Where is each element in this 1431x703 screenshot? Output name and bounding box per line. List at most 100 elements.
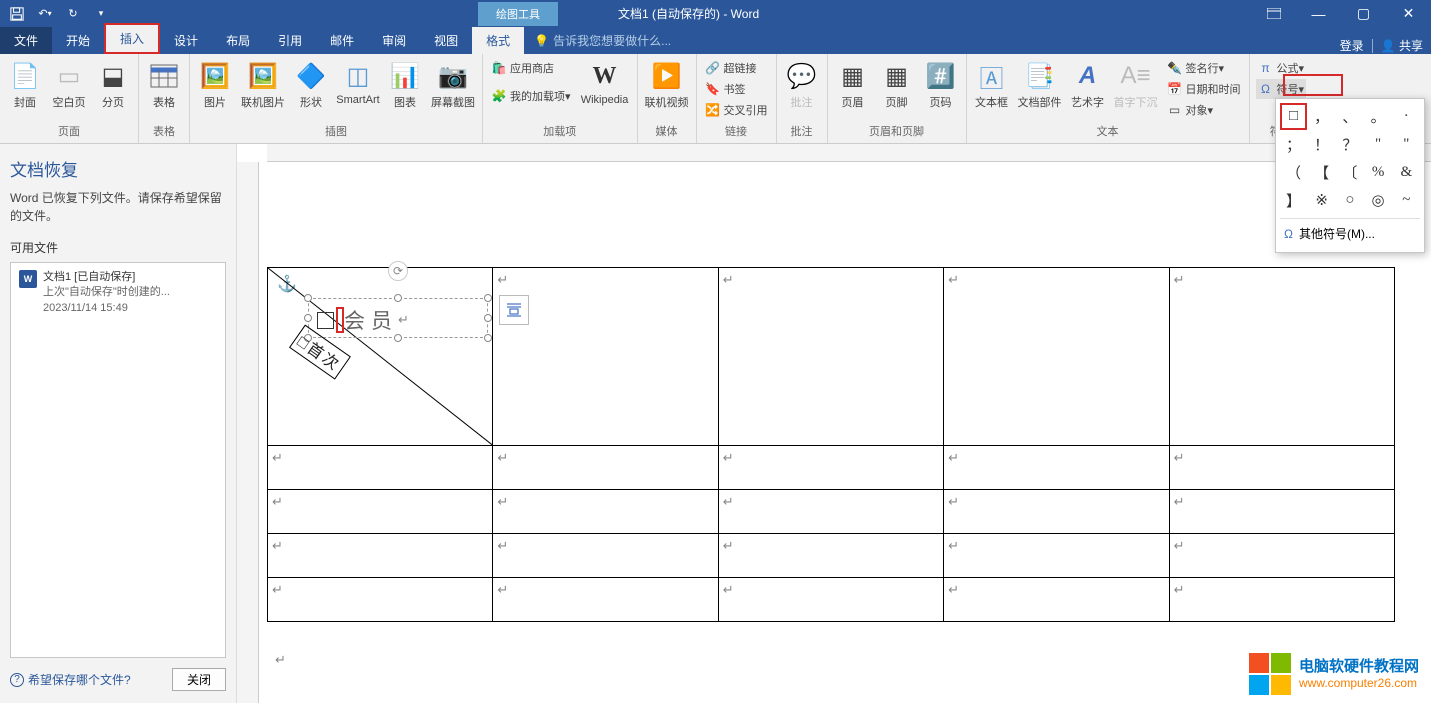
vertical-ruler[interactable]: [237, 162, 259, 703]
chart-button[interactable]: 📊图表: [384, 58, 426, 112]
symbol-cell[interactable]: 】: [1280, 187, 1307, 214]
symbol-cell[interactable]: %: [1365, 159, 1392, 186]
tell-me-search[interactable]: 💡告诉我您想要做什么...: [524, 27, 681, 54]
recovery-help-link[interactable]: ?希望保存哪个文件?: [10, 671, 131, 688]
textbox-button[interactable]: 🄰文本框: [971, 58, 1013, 112]
wikipedia-button[interactable]: WWikipedia: [577, 58, 633, 108]
table-cell[interactable]: ↵: [1169, 578, 1394, 622]
symbol-cell[interactable]: &: [1393, 159, 1420, 186]
symbol-cell[interactable]: ○: [1336, 187, 1363, 214]
save-icon[interactable]: [6, 3, 28, 25]
pagenum-button[interactable]: #️⃣页码: [920, 58, 962, 112]
tab-format[interactable]: 格式: [472, 27, 524, 54]
qat-menu-icon[interactable]: ▾: [90, 3, 112, 25]
symbol-cell[interactable]: （: [1280, 159, 1307, 186]
crossref-button[interactable]: 🔀交叉引用: [703, 100, 770, 120]
tab-layout[interactable]: 布局: [212, 27, 264, 54]
table-cell[interactable]: ↵: [493, 490, 718, 534]
table-cell[interactable]: ↵: [1169, 490, 1394, 534]
symbol-cell[interactable]: 。: [1365, 103, 1392, 130]
page-break-button[interactable]: ⬓分页: [92, 58, 134, 112]
symbol-cell[interactable]: □: [1280, 103, 1307, 130]
picture-button[interactable]: 🖼️图片: [194, 58, 236, 112]
table-cell[interactable]: ↵: [493, 534, 718, 578]
document-table[interactable]: ⟳ 会员↵: [267, 267, 1395, 622]
table-cell[interactable]: ↵: [268, 446, 493, 490]
resize-handle[interactable]: [484, 294, 492, 302]
table-cell[interactable]: ↵: [718, 534, 943, 578]
rotate-handle-icon[interactable]: ⟳: [388, 261, 408, 281]
table-cell[interactable]: ↵: [944, 446, 1169, 490]
maximize-icon[interactable]: ▢: [1341, 0, 1386, 27]
online-video-button[interactable]: ▶️联机视频: [642, 58, 692, 112]
my-addins-button[interactable]: 🧩我的加载项 ▾: [489, 86, 573, 106]
smartart-button[interactable]: ◫SmartArt: [334, 58, 382, 108]
table-cell[interactable]: ↵: [944, 490, 1169, 534]
table-cell[interactable]: ↵: [718, 578, 943, 622]
symbol-cell[interactable]: ，: [1308, 103, 1335, 130]
tab-insert[interactable]: 插入: [104, 23, 160, 54]
table-cell[interactable]: ↵: [1169, 446, 1394, 490]
textbox-selection[interactable]: ⟳ 会员↵: [308, 298, 488, 338]
bookmark-button[interactable]: 🔖书签: [703, 79, 770, 99]
symbol-cell[interactable]: ！: [1308, 131, 1335, 158]
resize-handle[interactable]: [394, 334, 402, 342]
undo-icon[interactable]: ↶ ▾: [34, 3, 56, 25]
symbol-cell[interactable]: 【: [1308, 159, 1335, 186]
resize-handle[interactable]: [304, 314, 312, 322]
table-cell[interactable]: ↵: [268, 578, 493, 622]
recovery-close-button[interactable]: 关闭: [172, 668, 226, 691]
page[interactable]: ⚓ ⟳: [267, 162, 1409, 703]
table-cell[interactable]: ↵: [944, 268, 1169, 446]
ribbon-display-icon[interactable]: [1251, 0, 1296, 27]
table-cell[interactable]: ↵: [718, 490, 943, 534]
cover-page-button[interactable]: 📄封面: [4, 58, 46, 112]
tab-design[interactable]: 设计: [160, 27, 212, 54]
symbol-cell[interactable]: ◎: [1365, 187, 1392, 214]
symbol-cell[interactable]: ": [1393, 131, 1420, 158]
symbol-cell[interactable]: ；: [1280, 131, 1307, 158]
wordart-button[interactable]: A艺术字: [1067, 58, 1109, 112]
table-cell[interactable]: ↵: [493, 268, 718, 446]
table-cell[interactable]: ↵: [493, 578, 718, 622]
table-cell[interactable]: ↵: [718, 446, 943, 490]
table-cell[interactable]: ↵: [944, 578, 1169, 622]
signature-button[interactable]: ✒️签名行 ▾: [1165, 58, 1243, 78]
resize-handle[interactable]: [304, 294, 312, 302]
symbol-cell[interactable]: 〔: [1336, 159, 1363, 186]
tab-mailings[interactable]: 邮件: [316, 27, 368, 54]
diagonal-header-cell[interactable]: ⟳ 会员↵: [268, 268, 493, 446]
resize-handle[interactable]: [484, 314, 492, 322]
datetime-button[interactable]: 📅日期和时间: [1165, 79, 1243, 99]
symbol-cell[interactable]: ~: [1393, 187, 1420, 214]
tab-review[interactable]: 审阅: [368, 27, 420, 54]
share-button[interactable]: 👤 共享: [1381, 37, 1423, 54]
table-cell[interactable]: ↵: [1169, 534, 1394, 578]
login-link[interactable]: 登录: [1340, 37, 1364, 54]
blank-page-button[interactable]: ▭空白页: [48, 58, 90, 112]
symbol-cell[interactable]: ": [1365, 131, 1392, 158]
horizontal-ruler[interactable]: [267, 144, 1431, 162]
redo-icon[interactable]: ↻: [62, 3, 84, 25]
symbol-cell[interactable]: ？: [1336, 131, 1363, 158]
hyperlink-button[interactable]: 🔗超链接: [703, 58, 770, 78]
document-canvas[interactable]: ⚓ ⟳: [237, 144, 1431, 703]
shapes-button[interactable]: 🔷形状: [290, 58, 332, 112]
table-cell[interactable]: ↵: [944, 534, 1169, 578]
object-button[interactable]: ▭对象 ▾: [1165, 100, 1243, 120]
tab-references[interactable]: 引用: [264, 27, 316, 54]
tab-home[interactable]: 开始: [52, 27, 104, 54]
table-button[interactable]: 表格: [143, 58, 185, 112]
minimize-icon[interactable]: —: [1296, 0, 1341, 27]
symbol-cell[interactable]: ·: [1393, 103, 1420, 130]
table-cell[interactable]: ↵: [718, 268, 943, 446]
online-picture-button[interactable]: 🖼️联机图片: [238, 58, 288, 112]
more-symbols-button[interactable]: Ω其他符号(M)...: [1280, 218, 1420, 248]
resize-handle[interactable]: [484, 334, 492, 342]
comment-button[interactable]: 💬批注: [781, 58, 823, 112]
footer-button[interactable]: ▦页脚: [876, 58, 918, 112]
resize-handle[interactable]: [394, 294, 402, 302]
screenshot-button[interactable]: 📷屏幕截图: [428, 58, 478, 112]
tab-file[interactable]: 文件: [0, 27, 52, 54]
recovery-file-item[interactable]: W 文档1 [已自动保存] 上次"自动保存"时创建的... 2023/11/14…: [15, 267, 221, 319]
